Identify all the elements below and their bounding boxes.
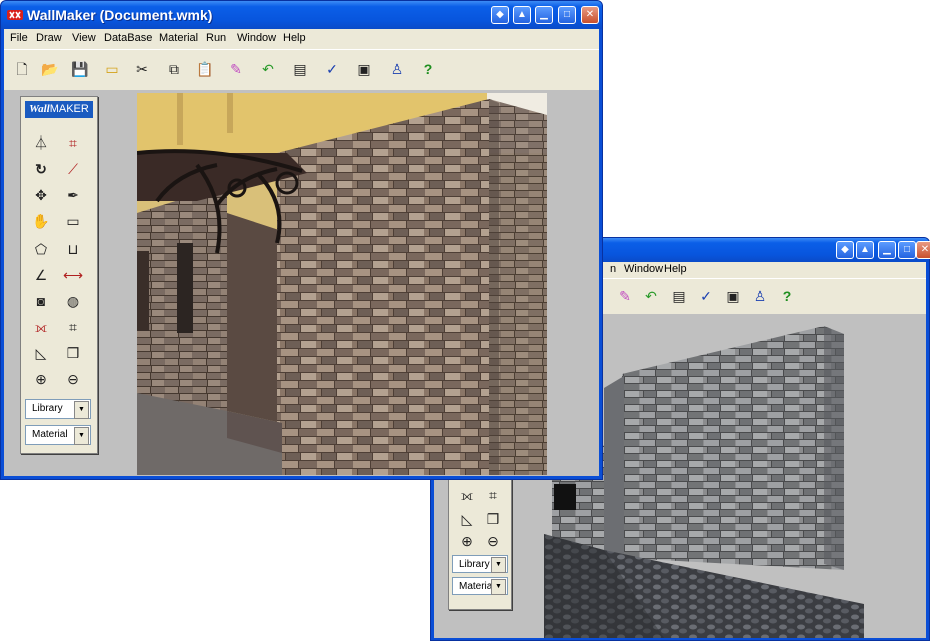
zoom-in-icon[interactable]: ⊕ (31, 369, 51, 389)
settings-icon[interactable]: ▣ (723, 286, 743, 306)
stone-wall-photo (137, 93, 547, 475)
menu-view[interactable]: View (72, 32, 96, 44)
library-select-value: Library (459, 559, 490, 570)
move-icon[interactable]: ✥ (31, 185, 51, 205)
cube-icon[interactable]: ❒ (483, 509, 503, 529)
eraser-icon[interactable]: ✎ (615, 286, 635, 306)
chevron-down-icon[interactable]: ▼ (491, 557, 506, 573)
mirror-icon[interactable]: ⏃ (31, 133, 51, 153)
rotate-icon[interactable]: ↻ (31, 159, 51, 179)
chevron-down-icon[interactable]: ▼ (74, 427, 89, 445)
eraser-icon[interactable]: ✎ (226, 59, 246, 79)
open-icon[interactable]: 📂 (40, 59, 60, 79)
library-select[interactable]: Library ▼ (452, 555, 508, 573)
rectangle-icon[interactable]: ▭ (63, 211, 83, 231)
tex-icon[interactable]: ⟗ (457, 485, 477, 505)
pin-button[interactable]: ◆ (491, 6, 509, 24)
titlebar[interactable]: WallMaker (Document.wmk) ◆ ▲ ▁ □ ✕ (1, 1, 602, 29)
help-icon[interactable]: ? (777, 286, 797, 306)
copy-icon[interactable]: ⧉ (164, 59, 184, 79)
photo-viewport[interactable] (137, 93, 547, 475)
tool-palette: WallMAKER ⏃ ⌗ ↻ ⟋ ✥ ✒ ✋ ▭ ⬠ ⊔ ∠ ⟷ ◙ ◍ ⟗ … (20, 96, 98, 454)
crop-icon[interactable]: ⌗ (483, 485, 503, 505)
cube-icon[interactable]: ❒ (63, 343, 83, 363)
perspective-icon[interactable]: ◺ (457, 509, 477, 529)
save-icon[interactable]: 💾 (70, 59, 90, 79)
tool-palette: ◙ ◍ ⟗ ⌗ ◺ ❒ ⊕ ⊖ Library ▼ Material ▼ (448, 462, 512, 610)
toolbar: 🗋 📂 💾 ▭ ✂ ⧉ 📋 ✎ ↶ ▤ ✓ ▣ ♙ ? (4, 49, 599, 91)
up-button[interactable]: ▲ (856, 241, 874, 259)
window-wallmaker: WallMaker (Document.wmk) ◆ ▲ ▁ □ ✕ File … (0, 0, 603, 480)
help-icon[interactable]: ? (418, 59, 438, 79)
menu-database[interactable]: DataBase (104, 32, 152, 44)
minimize-button[interactable]: ▁ (878, 241, 896, 259)
folder-icon[interactable]: ▭ (102, 59, 122, 79)
perspective-icon[interactable]: ◺ (31, 343, 51, 363)
orbit-icon[interactable]: ◍ (63, 291, 83, 311)
menu-window[interactable]: Window (624, 263, 663, 275)
bracket-icon[interactable]: ⊔ (63, 239, 83, 259)
camera-icon[interactable]: ◙ (31, 291, 51, 311)
menu-help[interactable]: Help (664, 263, 687, 275)
menu-partial[interactable]: n (610, 263, 616, 275)
menubar: File Draw View DataBase Material Run Win… (4, 29, 599, 49)
zoom-in-icon[interactable]: ⊕ (457, 531, 477, 551)
library-select[interactable]: Library ▼ (25, 399, 91, 419)
crop-icon[interactable]: ⌗ (63, 133, 83, 153)
material-select[interactable]: Material ▼ (452, 577, 508, 595)
logo-maker: MAKER (49, 103, 89, 115)
maximize-button[interactable]: □ (558, 6, 576, 24)
app-icon (7, 10, 23, 20)
render-icon[interactable]: ♙ (387, 59, 407, 79)
chevron-down-icon[interactable]: ▼ (491, 579, 506, 595)
window-title: WallMaker (Document.wmk) (27, 7, 213, 23)
cut-icon[interactable]: ✂ (132, 59, 152, 79)
trim-icon[interactable]: ⌗ (63, 317, 83, 337)
hand-icon[interactable]: ✋ (31, 211, 51, 231)
settings-icon[interactable]: ▣ (354, 59, 374, 79)
zoom-out-icon[interactable]: ⊖ (483, 531, 503, 551)
menu-run[interactable]: Run (206, 32, 226, 44)
pen-icon[interactable]: ✒ (63, 185, 83, 205)
maximize-button[interactable]: □ (898, 241, 916, 259)
menu-help[interactable]: Help (283, 32, 306, 44)
material-select-value: Material (459, 581, 495, 592)
new-icon[interactable]: 🗋 (12, 59, 32, 79)
angle-icon[interactable]: ∠ (31, 265, 51, 285)
check-icon[interactable]: ✓ (322, 59, 342, 79)
menu-file[interactable]: File (10, 32, 28, 44)
wallmaker-logo: WallMAKER (25, 101, 93, 118)
up-button[interactable]: ▲ (513, 6, 531, 24)
menu-draw[interactable]: Draw (36, 32, 62, 44)
material-select-value: Material (32, 429, 68, 440)
close-button[interactable]: ✕ (581, 6, 599, 24)
logo-wall: Wall (29, 103, 50, 115)
minimize-button[interactable]: ▁ (535, 6, 553, 24)
pin-button[interactable]: ◆ (836, 241, 854, 259)
menu-material[interactable]: Material (159, 32, 198, 44)
properties-icon[interactable]: ▤ (669, 286, 689, 306)
client-area: WallMAKER ⏃ ⌗ ↻ ⟋ ✥ ✒ ✋ ▭ ⬠ ⊔ ∠ ⟷ ◙ ◍ ⟗ … (4, 90, 599, 476)
chevron-down-icon[interactable]: ▼ (74, 401, 89, 419)
library-select-value: Library (32, 403, 63, 414)
undo-icon[interactable]: ↶ (258, 59, 278, 79)
texture-icon[interactable]: ⟗ (31, 317, 51, 337)
paste-icon[interactable]: 📋 (195, 59, 215, 79)
menu-window[interactable]: Window (237, 32, 276, 44)
zoom-out-icon[interactable]: ⊖ (63, 369, 83, 389)
polygon-icon[interactable]: ⬠ (31, 239, 51, 259)
line-icon[interactable]: ⟋ (63, 159, 83, 179)
undo-icon[interactable]: ↶ (641, 286, 661, 306)
render-icon[interactable]: ♙ (750, 286, 770, 306)
close-button[interactable]: ✕ (916, 241, 930, 259)
material-select[interactable]: Material ▼ (25, 425, 91, 445)
properties-icon[interactable]: ▤ (290, 59, 310, 79)
dimension-icon[interactable]: ⟷ (63, 265, 83, 285)
check-icon[interactable]: ✓ (696, 286, 716, 306)
